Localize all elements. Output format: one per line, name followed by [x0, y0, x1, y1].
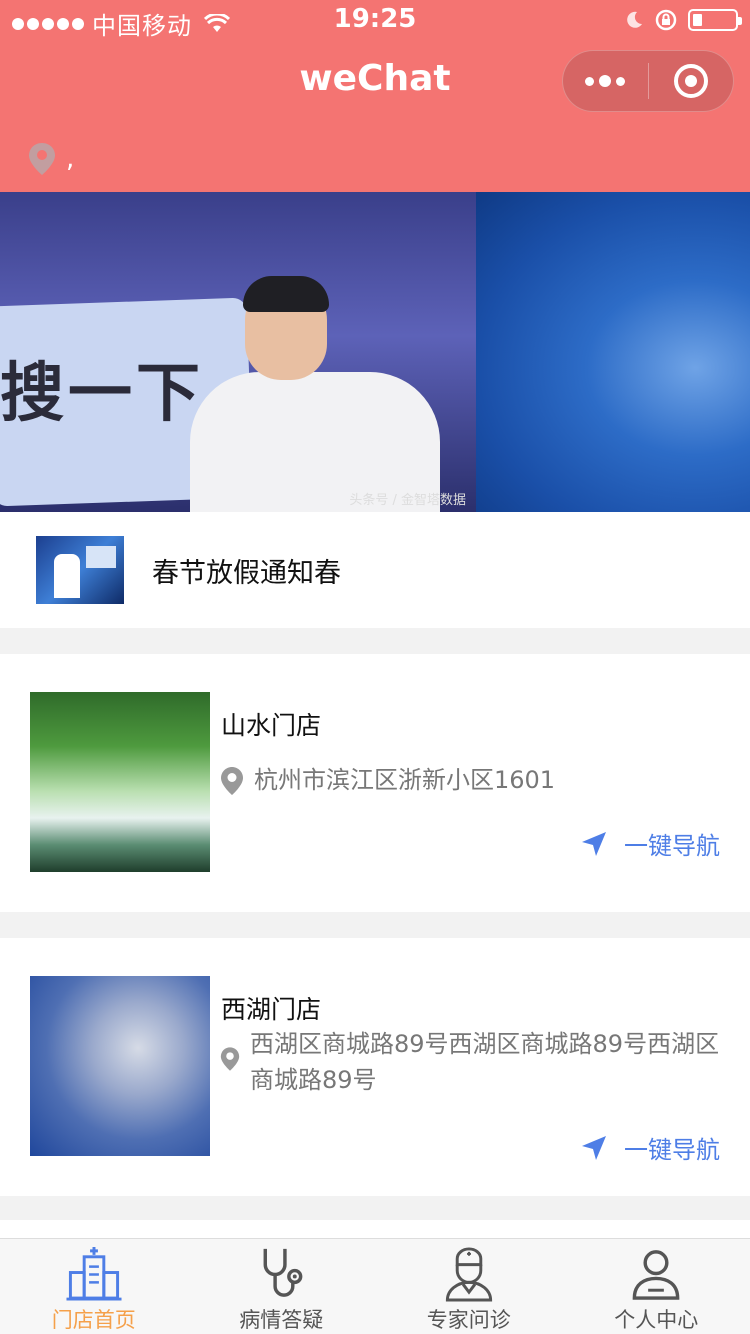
store-address-text: 杭州市滨江区浙新小区1601	[254, 766, 556, 794]
status-bar: 中国移动 19:25	[0, 0, 750, 40]
rotation-lock-icon	[655, 9, 677, 31]
tab-store-home[interactable]: 门店首页	[0, 1239, 188, 1334]
store-image	[30, 692, 210, 872]
navigate-button[interactable]: 一键导航	[580, 826, 720, 861]
store-address-line: 商城路89号	[250, 1066, 377, 1094]
navigation-arrow-icon	[582, 831, 606, 856]
navigate-label: 一键导航	[624, 1136, 720, 1164]
banner-slide-next[interactable]	[476, 192, 750, 512]
notice-thumbnail	[36, 536, 124, 604]
store-card[interactable]: 西湖门店 西湖区商城路89号西湖区商城路89号西湖区 商城路89号 一键导航	[0, 938, 750, 1196]
stethoscope-icon	[263, 1248, 303, 1297]
moon-icon	[627, 11, 642, 28]
tab-expert[interactable]: 专家问诊	[375, 1239, 563, 1334]
store-image	[30, 976, 210, 1156]
navigate-button[interactable]: 一键导航	[580, 1130, 720, 1165]
location-pin-icon	[220, 1047, 240, 1071]
navigate-label: 一键导航	[624, 832, 720, 860]
location-pin-icon	[29, 143, 55, 175]
notice-item[interactable]: 春节放假通知春	[0, 512, 750, 628]
notice-title: 春节放假通知春	[152, 557, 341, 589]
top-bar: 中国移动 19:25 weChat ,	[0, 0, 750, 192]
exit-icon	[673, 64, 708, 98]
banner-carousel[interactable]: 搜一下 头条号 / 金智塔数据	[0, 192, 750, 512]
banner-sign-text: 搜一下	[0, 357, 204, 431]
tab-profile[interactable]: 个人中心	[563, 1239, 750, 1334]
more-button[interactable]	[563, 50, 648, 112]
battery-icon	[688, 9, 742, 31]
status-right	[624, 8, 742, 32]
more-icon	[585, 75, 626, 87]
tab-label: 专家问诊	[426, 1308, 511, 1332]
store-address-text: 西湖区商城路89号西湖区商城路89号西湖区 商城路89号	[250, 1026, 725, 1098]
store-card[interactable]: 山水门店 杭州市滨江区浙新小区1601 一键导航	[0, 654, 750, 912]
user-icon	[632, 1250, 680, 1300]
location-text: ,	[66, 144, 75, 174]
hospital-icon	[66, 1246, 122, 1301]
navigation-arrow-icon	[582, 1135, 606, 1160]
close-mini-program-button[interactable]	[649, 50, 734, 112]
store-address-line: 西湖区商城路89号西湖区商城路89号西湖区	[250, 1030, 720, 1058]
store-name: 山水门店	[221, 711, 322, 740]
banner-watermark: 头条号 / 金智塔数据	[349, 493, 466, 508]
location-row[interactable]: ,	[28, 142, 74, 176]
store-card[interactable]	[0, 1220, 750, 1240]
store-name: 西湖门店	[221, 995, 322, 1024]
tab-consultation[interactable]: 病情答疑	[188, 1239, 376, 1334]
store-address: 西湖区商城路89号西湖区商城路89号西湖区 商城路89号	[220, 1026, 725, 1098]
doctor-icon	[445, 1247, 492, 1302]
banner-person-hair	[243, 276, 329, 312]
store-address: 杭州市滨江区浙新小区1601	[220, 762, 555, 798]
tab-label: 个人中心	[614, 1308, 699, 1332]
mini-program-capsule	[562, 50, 734, 112]
location-pin-icon	[221, 767, 243, 795]
banner-slide[interactable]: 搜一下 头条号 / 金智塔数据	[0, 192, 476, 512]
tab-label: 门店首页	[51, 1308, 136, 1332]
tab-bar: 门店首页 病情答疑 专家问诊 个人中心	[0, 1238, 750, 1334]
tab-label: 病情答疑	[239, 1308, 324, 1332]
